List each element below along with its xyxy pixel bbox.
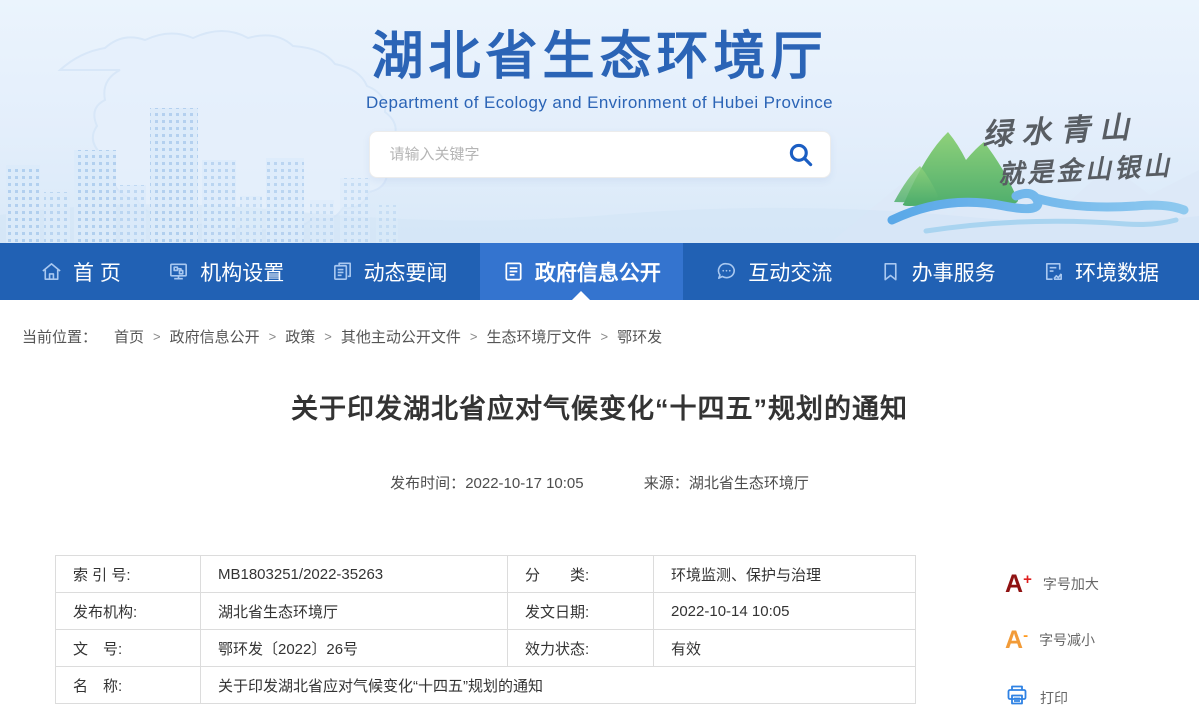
font-increase-label: 字号加大 [1043, 574, 1099, 594]
table-row: 索 引 号: MB1803251/2022-35263 分 类: 环境监测、保护… [56, 556, 916, 593]
breadcrumb-separator: > [269, 329, 277, 344]
validity-value: 有效 [654, 630, 916, 667]
print-label: 打印 [1040, 688, 1068, 708]
slogan-line1: 绿水青山 [981, 102, 1139, 154]
nav-item-label: 首 页 [73, 257, 121, 287]
breadcrumb-item-dept-docs[interactable]: 生态环境厅文件 [486, 326, 591, 347]
article-meta: 发布时间：2022-10-17 10:05 来源：湖北省生态环境厅 [0, 472, 1199, 493]
search-button[interactable] [772, 132, 830, 177]
nav-item-label: 动态要闻 [364, 257, 448, 287]
document-icon [502, 260, 525, 283]
table-row: 名 称: 关于印发湖北省应对气候变化“十四五”规划的通知 [56, 667, 916, 704]
breadcrumb-item-gov-info[interactable]: 政府信息公开 [170, 326, 260, 347]
slogan-graphic: 绿水青山 就是金山银山 [886, 98, 1191, 238]
nav-item-label: 机构设置 [200, 257, 284, 287]
breadcrumb-separator: > [324, 329, 332, 344]
header-center: 湖北省生态环境厅 Department of Ecology and Envir… [280, 28, 920, 178]
nav-item-news[interactable]: 动态要闻 [317, 243, 462, 300]
printer-icon [1005, 683, 1029, 712]
chat-icon [715, 260, 738, 283]
breadcrumb-item-other-docs[interactable]: 其他主动公开文件 [341, 326, 461, 347]
issuing-agency-value: 湖北省生态环境厅 [201, 593, 508, 630]
font-increase-icon: A+ [1005, 571, 1032, 597]
issuing-agency-label: 发布机构: [56, 593, 201, 630]
doc-number-value: 鄂环发〔2022〕26号 [201, 630, 508, 667]
doc-number-label: 文 号: [56, 630, 201, 667]
breadcrumb-item-policy[interactable]: 政策 [285, 326, 315, 347]
article-title: 关于印发湖北省应对气候变化“十四五”规划的通知 [0, 387, 1199, 426]
doc-title-label: 名 称: [56, 667, 201, 704]
bookmark-icon [879, 260, 902, 283]
breadcrumb-separator: > [600, 329, 608, 344]
font-decrease-icon: A- [1005, 627, 1028, 653]
category-value: 环境监测、保护与治理 [654, 556, 916, 593]
validity-label: 效力状态: [508, 630, 654, 667]
search-icon [787, 141, 814, 168]
index-number-value: MB1803251/2022-35263 [201, 556, 508, 593]
font-increase-button[interactable]: A+ 字号加大 [1005, 571, 1099, 597]
font-decrease-button[interactable]: A- 字号减小 [1005, 627, 1099, 653]
main-nav: 首 页 机构设置 动态要闻 [0, 243, 1199, 300]
site-header: 湖北省生态环境厅 Department of Ecology and Envir… [0, 0, 1199, 243]
doc-title-value: 关于印发湖北省应对气候变化“十四五”规划的通知 [201, 667, 916, 704]
breadcrumb-item-home[interactable]: 首页 [114, 326, 144, 347]
nav-item-services[interactable]: 办事服务 [865, 243, 1010, 300]
news-icon [331, 260, 354, 283]
breadcrumb-separator: > [153, 329, 161, 344]
issue-date-label: 发文日期: [508, 593, 654, 630]
breadcrumb-label: 当前位置： [22, 326, 97, 347]
source: 来源：湖北省生态环境厅 [644, 475, 809, 492]
nav-item-label: 办事服务 [912, 257, 996, 287]
source-value: 湖北省生态环境厅 [689, 475, 809, 492]
site-title: 湖北省生态环境厅 [280, 28, 920, 85]
print-button[interactable]: 打印 [1005, 683, 1099, 712]
table-row: 文 号: 鄂环发〔2022〕26号 效力状态: 有效 [56, 630, 916, 667]
breadcrumb: 当前位置： 首页 > 政府信息公开 > 政策 > 其他主动公开文件 > 生态环境… [0, 300, 1199, 347]
publish-time-label: 发布时间： [390, 475, 465, 492]
publish-time: 发布时间：2022-10-17 10:05 [390, 475, 583, 492]
nav-item-org[interactable]: 机构设置 [153, 243, 298, 300]
nav-item-label: 环境数据 [1075, 257, 1159, 287]
data-chart-icon [1042, 260, 1065, 283]
issue-date-value: 2022-10-14 10:05 [654, 593, 916, 630]
breadcrumb-separator: > [470, 329, 478, 344]
document-info-table: 索 引 号: MB1803251/2022-35263 分 类: 环境监测、保护… [55, 555, 916, 704]
nav-item-label: 互动交流 [748, 257, 832, 287]
search-input[interactable] [370, 146, 772, 163]
search-bar [369, 131, 831, 178]
nav-item-gov-info[interactable]: 政府信息公开 [480, 243, 683, 300]
site-subtitle: Department of Ecology and Environment of… [280, 93, 920, 113]
page-tools: A+ 字号加大 A- 字号减小 打印 [1005, 571, 1099, 712]
category-label: 分 类: [508, 556, 654, 593]
nav-item-interact[interactable]: 互动交流 [701, 243, 846, 300]
index-number-label: 索 引 号: [56, 556, 201, 593]
home-icon [40, 260, 63, 283]
source-label: 来源： [644, 475, 689, 492]
table-row: 发布机构: 湖北省生态环境厅 发文日期: 2022-10-14 10:05 [56, 593, 916, 630]
nav-item-env-data[interactable]: 环境数据 [1028, 243, 1173, 300]
publish-time-value: 2022-10-17 10:05 [465, 475, 583, 492]
nav-item-label: 政府信息公开 [535, 257, 661, 287]
page: 湖北省生态环境厅 Department of Ecology and Envir… [0, 0, 1199, 720]
org-icon [167, 260, 190, 283]
breadcrumb-item-ehuanfa[interactable]: 鄂环发 [617, 326, 662, 347]
content: 索 引 号: MB1803251/2022-35263 分 类: 环境监测、保护… [55, 555, 1199, 704]
slogan-wave2-icon [926, 220, 1176, 231]
nav-item-home[interactable]: 首 页 [26, 243, 135, 300]
font-decrease-label: 字号减小 [1039, 630, 1095, 650]
